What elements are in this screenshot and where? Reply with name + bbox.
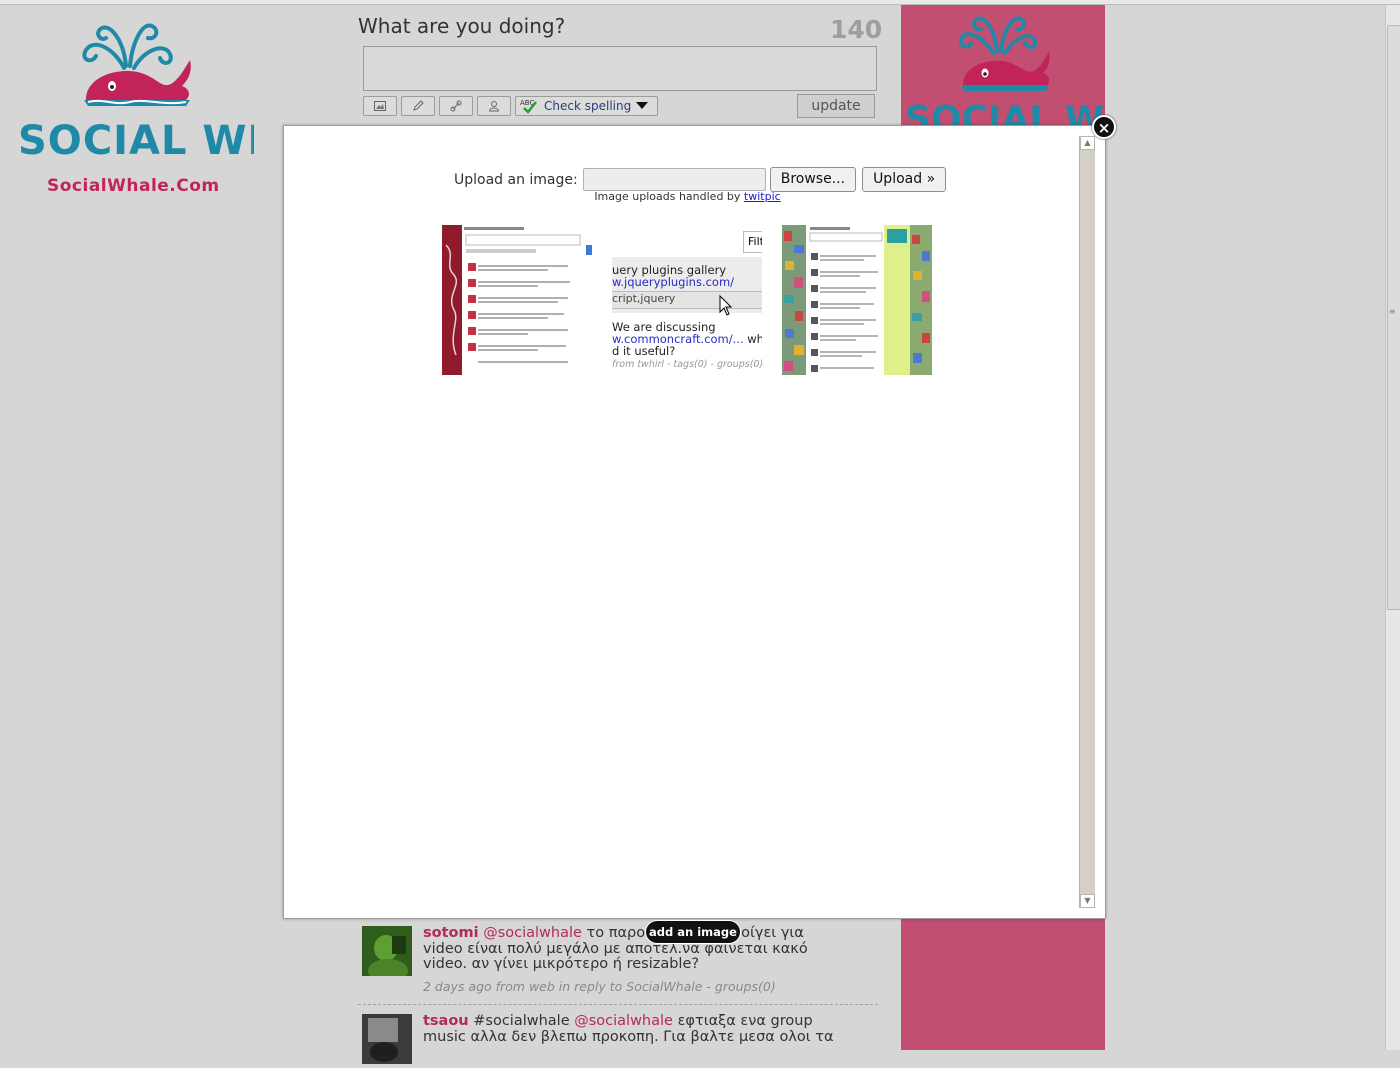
add-image-tooltip: add an image (646, 921, 740, 943)
uploads-handled-note: Image uploads handled by twitpic (284, 190, 1091, 203)
site-url-text[interactable]: SocialWhale.Com (47, 176, 220, 196)
avatar[interactable] (362, 926, 412, 983)
char-counter: 140 (830, 15, 883, 44)
file-path-input[interactable] (582, 168, 766, 191)
thumb-meta-text: from twhirl - tags(0) - groups(0) (612, 359, 762, 370)
tweet-text-part: video είναι πολύ μεγάλο με αποτέλ.να φαί… (423, 940, 808, 957)
tweet-divider (358, 1004, 878, 1005)
image-thumbnail[interactable] (782, 225, 932, 375)
close-icon[interactable]: × (1092, 115, 1116, 139)
tweet-text-part: video. αν γίνει μικρότερο ή resizable? (423, 956, 700, 972)
tweet-username[interactable]: tsaou (423, 1013, 469, 1029)
update-button[interactable]: update (797, 94, 875, 118)
thumb-link-text: w.jqueryplugins.com/ (612, 275, 735, 289)
tweet-username[interactable]: sotomi (423, 925, 479, 941)
page-scrollbar-thumb[interactable] (1387, 25, 1400, 610)
tweet-hashtag[interactable]: #socialwhale (473, 1013, 569, 1029)
upload-row: Upload an image: Browse... Upload » (454, 167, 947, 192)
handled-prefix: Image uploads handled by (594, 190, 741, 203)
logo-wordmark: SOCIAL WHALE (18, 118, 254, 164)
link-icon[interactable] (439, 96, 473, 116)
thumb-text: cript,jquery (612, 292, 676, 305)
scroll-grip-icon: ≡ (1389, 307, 1396, 316)
upload-button[interactable]: Upload » (862, 167, 947, 192)
pencil-icon[interactable] (401, 96, 435, 116)
page-scrollbar[interactable]: ≡ (1385, 5, 1400, 1050)
tweet-meta: 2 days ago from web in reply to SocialWh… (423, 978, 776, 994)
image-thumbnail[interactable] (442, 225, 592, 375)
tweet-mention[interactable]: @socialwhale (483, 925, 582, 941)
tweet-text-part: music αλλα δεν βλεπω προκοπη. Για βαλτε … (423, 1028, 834, 1045)
thumb-text: d it useful? (612, 344, 676, 358)
check-spelling-label: Check spelling (544, 99, 632, 113)
tweet-mention[interactable]: @socialwhale (574, 1013, 673, 1029)
spellcheck-icon: ABC (520, 99, 537, 114)
site-logo[interactable]: SOCIAL WHALE SocialWhale.Com (14, 8, 368, 198)
status-textarea[interactable] (363, 46, 877, 91)
modal-scrollbar[interactable]: ▲ ▼ (1079, 136, 1095, 908)
check-spelling-button[interactable]: ABC Check spelling (515, 96, 659, 116)
chevron-down-icon (636, 102, 649, 109)
image-icon[interactable] (363, 96, 397, 116)
thumb-text: whic (747, 332, 762, 346)
upload-label: Upload an image: (454, 171, 578, 188)
image-thumbnail[interactable]: Filt uery plugins gallery w.jqueryplugin… (612, 225, 762, 375)
filter-field: Filt (743, 231, 762, 253)
cursor-icon (719, 295, 733, 316)
browser-top-edge (0, 0, 1400, 5)
compose-toolbar: ABC Check spelling (363, 96, 659, 116)
tweet-text-part: οίγει για (741, 925, 804, 941)
tweet-text-part: εφτιαξα ενα group (677, 1013, 813, 1029)
whale-logo-icon: SOCIAL WHALE (18, 23, 368, 164)
sidebar-whale-logo-icon: SOCIAL WHALE (905, 16, 1210, 140)
image-upload-modal: Upload an image: Browse... Upload » Imag… (283, 125, 1106, 919)
scroll-down-icon[interactable]: ▼ (1080, 894, 1095, 908)
twitpic-link[interactable]: twitpic (744, 190, 781, 203)
compose-title: What are you doing? (358, 14, 566, 38)
person-icon[interactable] (477, 96, 511, 116)
tweet-text-part: το παρο (586, 925, 646, 941)
scroll-up-icon[interactable]: ▲ (1080, 136, 1095, 150)
avatar[interactable] (362, 1014, 412, 1064)
browse-button[interactable]: Browse... (769, 167, 857, 192)
